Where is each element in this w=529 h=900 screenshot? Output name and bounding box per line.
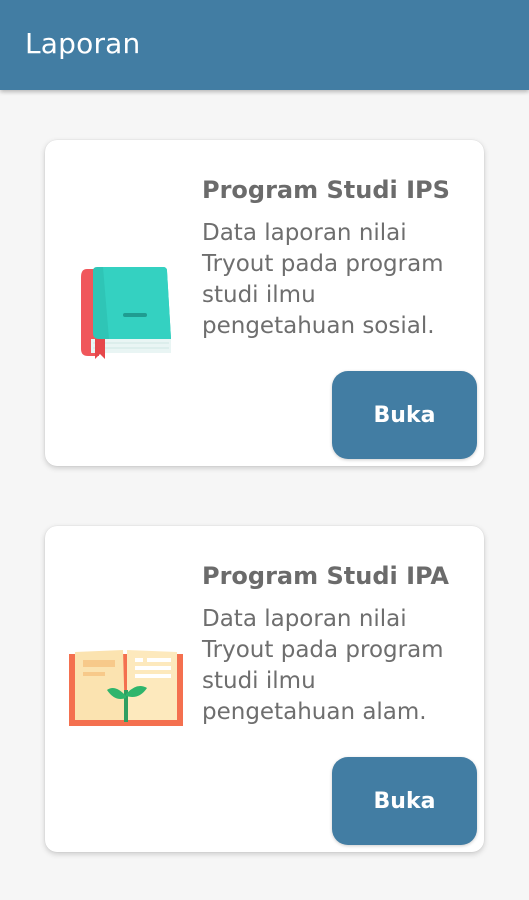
open-ipa-button[interactable]: Buka xyxy=(332,757,477,845)
closed-book-icon xyxy=(81,267,171,359)
card-title: Program Studi IPA xyxy=(202,562,449,590)
open-book-sprout-icon xyxy=(69,650,183,726)
card-description: Data laporan nilai Tryout pada program s… xyxy=(202,220,444,339)
card-program-ipa: Program Studi IPA Data laporan nilai Try… xyxy=(45,526,484,852)
page-title: Laporan xyxy=(25,27,141,60)
app-bar: Laporan xyxy=(0,0,529,90)
open-ips-button[interactable]: Buka xyxy=(332,371,477,459)
card-title: Program Studi IPS xyxy=(202,176,450,204)
card-program-ips: Program Studi IPS Data laporan nilai Try… xyxy=(45,140,484,466)
card-description: Data laporan nilai Tryout pada program s… xyxy=(202,606,444,725)
